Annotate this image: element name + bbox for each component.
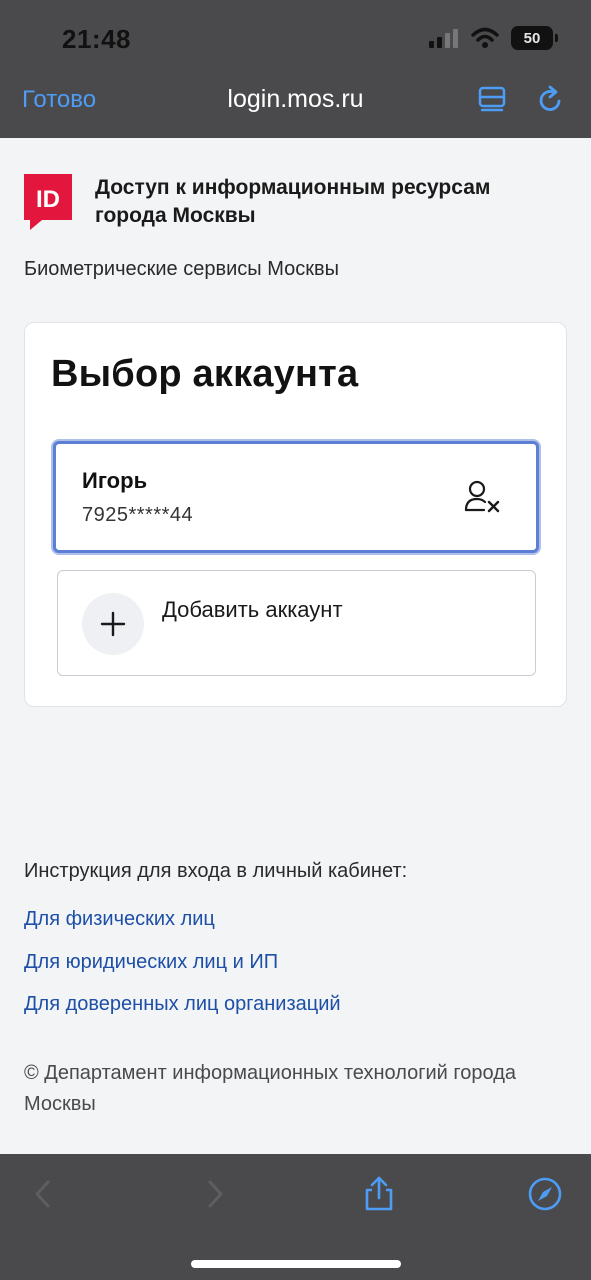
signal-icon [429,29,458,48]
account-phone: 7925*****44 [82,504,194,526]
status-icons: 50 [429,26,558,50]
page-title: Доступ к информационным ресурсам города … [95,176,491,227]
home-indicator [191,1260,401,1268]
reader-icon[interactable] [476,84,508,116]
footer-copyright: © Департамент информационных технологий … [24,1062,516,1115]
logo-text: ID [36,186,60,213]
reload-icon[interactable] [534,84,566,116]
link-legal-entities[interactable]: Для юридических лиц и ИП [24,951,278,974]
share-icon[interactable] [361,1176,397,1212]
wifi-icon [471,27,499,48]
account-chooser-title: Выбор аккаунта [51,353,359,395]
remove-account-icon[interactable] [464,480,502,514]
link-individuals[interactable]: Для физических лиц [24,908,215,931]
browser-bottom-toolbar [0,1154,591,1280]
back-icon[interactable] [26,1176,62,1212]
add-account-button[interactable]: Добавить аккаунт [57,570,536,676]
add-circle [82,593,144,655]
instructions-label: Инструкция для входа в личный кабинет: [24,860,408,882]
battery-icon: 50 [511,26,558,50]
safari-compass-icon[interactable] [527,1176,563,1212]
battery-level: 50 [523,29,541,47]
page-content: ID Доступ к информационным ресурсам горо… [0,138,591,1154]
account-chooser-card: Выбор аккаунта Игорь 7925*****44 Добавит… [24,322,567,707]
link-trusted-persons[interactable]: Для доверенных лиц организаций [24,993,341,1016]
status-time: 21:48 [62,24,131,54]
browser-top-bar: 21:48 50 Готово login.mos.ru [0,0,591,138]
account-item[interactable]: Игорь 7925*****44 [53,441,539,553]
account-name: Игорь [82,468,148,493]
page-subtitle: Биометрические сервисы Москвы [24,258,339,280]
add-account-label: Добавить аккаунт [162,597,343,622]
forward-icon[interactable] [197,1176,233,1212]
plus-icon [100,611,126,637]
mos-id-logo-icon: ID [24,174,72,230]
browser-nav-row: Готово login.mos.ru [0,76,591,126]
